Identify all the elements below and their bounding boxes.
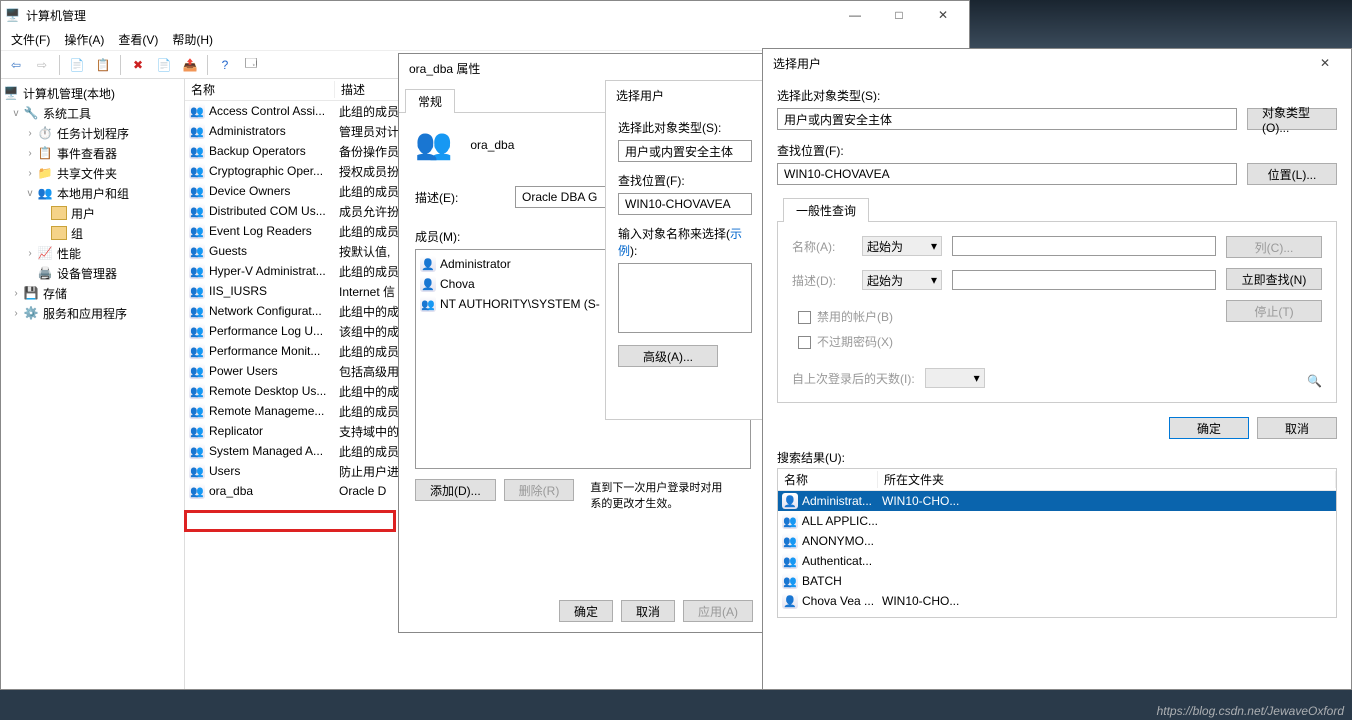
- name-op-combo[interactable]: 起始为▾: [862, 236, 942, 256]
- mmc-titlebar[interactable]: 🖥️ 计算机管理 — □ ✕: [1, 1, 969, 29]
- tree-root[interactable]: 计算机管理(本地): [23, 85, 115, 102]
- sel2-close[interactable]: ✕: [1303, 49, 1347, 77]
- desc-input2[interactable]: [952, 270, 1216, 290]
- result-row[interactable]: 👤Administrat...WIN10-CHO...: [778, 491, 1336, 511]
- sel1-enter-label: 输入对象名称来选择(示例):: [618, 225, 752, 259]
- add-button[interactable]: 添加(D)...: [415, 479, 496, 501]
- props-note: 直到下一次用户登录时对用 系的更改才生效。: [582, 479, 751, 511]
- tb-icon-1[interactable]: 📄: [66, 54, 88, 76]
- columns-button[interactable]: 列(C)...: [1226, 236, 1322, 258]
- tb-icon-6[interactable]: 🗔: [240, 54, 262, 76]
- menu-action[interactable]: 操作(A): [58, 29, 110, 50]
- props-apply[interactable]: 应用(A): [683, 600, 753, 622]
- tree-users[interactable]: 用户: [71, 205, 95, 222]
- locations-button[interactable]: 位置(L)...: [1247, 163, 1337, 185]
- menu-file[interactable]: 文件(F): [5, 29, 56, 50]
- select-users-basic: 选择用户 选择此对象类型(S): 用户或内置安全主体 查找位置(F): WIN1…: [605, 80, 765, 420]
- help-button[interactable]: ?: [214, 54, 236, 76]
- stop-button[interactable]: 停止(T): [1226, 300, 1322, 322]
- sel1-names-box[interactable]: [618, 263, 752, 333]
- sel1-loc-value[interactable]: WIN10-CHOVAVEA: [618, 193, 752, 215]
- props-ok[interactable]: 确定: [559, 600, 613, 622]
- close-button[interactable]: ✕: [921, 1, 965, 29]
- days-label: 自上次登录后的天数(I):: [792, 370, 915, 387]
- tree-localusers[interactable]: 本地用户和组: [57, 185, 129, 202]
- tb-icon-4[interactable]: 📄: [153, 54, 175, 76]
- select-users-advanced: 选择用户 ✕ 选择此对象类型(S): 用户或内置安全主体 对象类型(O)... …: [762, 48, 1352, 690]
- object-types-button[interactable]: 对象类型(O)...: [1247, 108, 1337, 130]
- delete-button[interactable]: ✖: [127, 54, 149, 76]
- tb-icon-5[interactable]: 📤: [179, 54, 201, 76]
- sel1-type-value[interactable]: 用户或内置安全主体: [618, 140, 752, 162]
- chevron-down-icon: ▾: [931, 239, 937, 253]
- tb-icon-2[interactable]: 📋: [92, 54, 114, 76]
- min-button[interactable]: —: [833, 1, 877, 29]
- menu-view[interactable]: 查看(V): [112, 29, 164, 50]
- group-large-icon: 👥: [415, 127, 452, 162]
- result-row[interactable]: 👥ALL APPLIC...: [778, 511, 1336, 531]
- search-icon: 🔍: [1226, 374, 1322, 388]
- desc-op-combo[interactable]: 起始为▾: [862, 270, 942, 290]
- sel2-loc-label: 查找位置(F):: [777, 142, 1337, 159]
- desc-label: 描述(E):: [415, 189, 495, 206]
- result-row[interactable]: 👥Authenticat...: [778, 551, 1336, 571]
- tree-storage[interactable]: 存储: [43, 285, 67, 302]
- tree-tasksched[interactable]: 任务计划程序: [57, 125, 129, 142]
- res-col-name[interactable]: 名称: [778, 471, 878, 488]
- name-input[interactable]: [952, 236, 1216, 256]
- sel2-ok[interactable]: 确定: [1169, 417, 1249, 439]
- find-now-button[interactable]: 立即查找(N): [1226, 268, 1322, 290]
- forward-button[interactable]: ⇨: [31, 54, 53, 76]
- chevron-down-icon: ▾: [974, 371, 980, 385]
- tree-groups[interactable]: 组: [71, 225, 83, 242]
- tab-general-query[interactable]: 一般性查询: [783, 198, 869, 222]
- chk-disabled[interactable]: [798, 311, 811, 324]
- sel1-title: 选择用户: [610, 87, 760, 104]
- sel2-title: 选择用户: [767, 55, 1303, 72]
- mmc-app-icon: 🖥️: [5, 8, 20, 22]
- mmc-title: 计算机管理: [20, 7, 833, 24]
- tree-pane[interactable]: 🖥️计算机管理(本地) v🔧系统工具 ›⏱️任务计划程序 ›📋事件查看器 ›📁共…: [1, 79, 185, 689]
- results-list[interactable]: 👤Administrat...WIN10-CHO...👥ALL APPLIC..…: [778, 491, 1336, 611]
- tab-general[interactable]: 常规: [405, 89, 455, 113]
- tree-eventvwr[interactable]: 事件查看器: [57, 145, 117, 162]
- remove-button[interactable]: 删除(R): [504, 479, 575, 501]
- res-col-folder[interactable]: 所在文件夹: [878, 471, 1336, 488]
- sel2-type-label: 选择此对象类型(S):: [777, 87, 1337, 104]
- max-button[interactable]: □: [877, 1, 921, 29]
- menu-help[interactable]: 帮助(H): [166, 29, 219, 50]
- result-row[interactable]: 👤Chova Vea ...WIN10-CHO...: [778, 591, 1336, 611]
- sel2-type-value[interactable]: 用户或内置安全主体: [777, 108, 1237, 130]
- sel1-type-label: 选择此对象类型(S):: [618, 119, 752, 136]
- desc-label2: 描述(D):: [792, 272, 852, 289]
- props-group-name: ora_dba: [470, 138, 514, 152]
- sel2-loc-value[interactable]: WIN10-CHOVAVEA: [777, 163, 1237, 185]
- props-cancel[interactable]: 取消: [621, 600, 675, 622]
- advanced-button[interactable]: 高级(A)...: [618, 345, 718, 367]
- watermark: https://blog.csdn.net/JewaveOxford: [1157, 704, 1344, 718]
- back-button[interactable]: ⇦: [5, 54, 27, 76]
- results-label: 搜索结果(U):: [777, 449, 1337, 466]
- sel2-cancel[interactable]: 取消: [1257, 417, 1337, 439]
- result-row[interactable]: 👥ANONYMO...: [778, 531, 1336, 551]
- props-title: ora_dba 属性: [403, 60, 763, 77]
- tree-shared[interactable]: 共享文件夹: [57, 165, 117, 182]
- sel1-loc-label: 查找位置(F):: [618, 172, 752, 189]
- chevron-down-icon: ▾: [931, 273, 937, 287]
- tree-devmgr[interactable]: 设备管理器: [57, 265, 117, 282]
- tree-services[interactable]: 服务和应用程序: [43, 305, 127, 322]
- name-label: 名称(A):: [792, 238, 852, 255]
- tree-perf[interactable]: 性能: [57, 245, 81, 262]
- days-combo[interactable]: ▾: [925, 368, 985, 388]
- chk-pwd[interactable]: [798, 336, 811, 349]
- tree-systools[interactable]: 系统工具: [43, 105, 91, 122]
- result-row[interactable]: 👥BATCH: [778, 571, 1336, 591]
- col-name[interactable]: 名称: [185, 81, 335, 98]
